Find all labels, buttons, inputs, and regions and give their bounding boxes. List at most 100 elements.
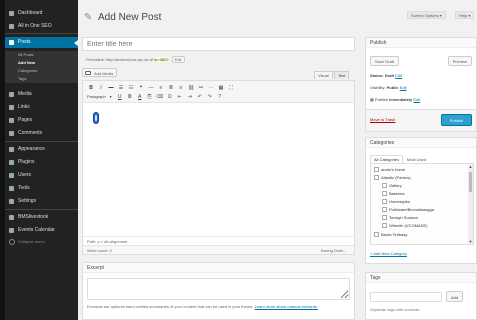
clear-format-icon[interactable]: ⌫ [156, 93, 164, 101]
checkbox[interactable] [382, 183, 387, 188]
help-icon[interactable]: ? [216, 93, 224, 101]
sidebar-item-dashboard[interactable]: Dashboard [5, 8, 78, 19]
sidebar-item-seo[interactable]: All in One SEO [5, 21, 78, 32]
sidebar-item-plugins[interactable]: Plugins [5, 157, 78, 168]
category-item[interactable]: Publiware/Biomailsangga [382, 206, 434, 214]
paste-text-icon[interactable]: ⎘ [146, 93, 154, 101]
align-right-icon[interactable]: ≡ [177, 84, 185, 92]
publish-button[interactable]: Publish [440, 114, 472, 126]
numbered-list-icon[interactable]: ☷ [127, 84, 135, 92]
category-item[interactable]: Gallery [382, 182, 402, 190]
checkbox[interactable] [374, 167, 379, 172]
excerpt-learn-more-link[interactable]: Learn more about manual excerpts. [255, 304, 318, 309]
sidebar-item-events-calendar[interactable]: Events Calendar [5, 225, 78, 236]
checkbox[interactable] [382, 223, 387, 228]
excerpt-title[interactable]: Excerpt [83, 263, 354, 273]
preview-button[interactable]: Preview [447, 56, 472, 66]
category-item[interactable]: andre's home [374, 166, 405, 174]
add-tag-button[interactable]: Add [446, 291, 464, 302]
scroll-down-arrow-icon[interactable]: ▼ [468, 239, 473, 244]
sidebar-sub-all-posts[interactable]: All Posts [5, 51, 78, 59]
align-left-icon[interactable]: ≡ [157, 84, 165, 92]
checkbox[interactable] [382, 207, 387, 212]
autosave-status: Saving Draft... [320, 248, 346, 253]
category-item[interactable]: Atlantic (Parlors) [374, 174, 411, 182]
strikethrough-icon[interactable]: — [107, 84, 115, 92]
more-tag-icon[interactable]: ⋯ [207, 84, 215, 92]
post-title-input[interactable] [82, 37, 355, 51]
category-scrollbar[interactable]: ▲ ▼ [468, 164, 473, 244]
sidebar-item-pages[interactable]: Pages [5, 115, 78, 126]
add-new-category-link[interactable]: + Add New Category [370, 251, 407, 256]
tab-visual[interactable]: Visual [314, 71, 333, 79]
add-media-button[interactable]: Add Media [82, 68, 118, 77]
align-center-icon[interactable]: ≣ [167, 84, 175, 92]
sidebar-item-links[interactable]: Links [5, 102, 78, 113]
post-content-editor[interactable]: B I — ☰ ☷ ❝ — ≡ ≣ ≡ ⛓ ⚯ ⋯ ▦ ⛶ Paragraph … [82, 80, 355, 255]
sidebar-item-users[interactable]: Users [5, 170, 78, 181]
permalink-slug[interactable]: ?p=3622 [152, 57, 169, 62]
fullscreen-icon[interactable]: ⛶ [227, 84, 235, 92]
tag-input[interactable] [370, 292, 442, 302]
visibility-line: Visibility: Public Edit [370, 85, 407, 90]
scroll-thumb[interactable] [469, 172, 472, 192]
checkbox[interactable] [382, 199, 387, 204]
edit-status-link[interactable]: Edit [395, 73, 402, 78]
category-item[interactable]: Banta Teribasy [374, 231, 407, 239]
category-item[interactable]: Tonwyn Sowsca [382, 214, 418, 222]
checkbox[interactable] [382, 191, 387, 196]
category-item[interactable]: Homestyles [382, 198, 410, 206]
edit-visibility-link[interactable]: Edit [400, 85, 407, 90]
horizontal-rule-icon[interactable]: — [147, 84, 155, 92]
categories-title[interactable]: Categories [366, 138, 476, 148]
tags-title[interactable]: Tags [366, 273, 476, 283]
sidebar-item-bmslivestook[interactable]: BMSlivestook [5, 212, 78, 223]
screen-options-button[interactable]: Screen Options ▾ [407, 11, 446, 19]
scroll-up-arrow-icon[interactable]: ▲ [468, 164, 473, 169]
tab-text[interactable]: Text [334, 71, 350, 79]
publish-title[interactable]: Publish [366, 38, 476, 48]
sidebar-item-media[interactable]: Media [5, 89, 78, 100]
collapse-menu-button[interactable]: Collapse menu [5, 237, 78, 247]
outdent-icon[interactable]: ⇤ [176, 93, 184, 101]
special-char-icon[interactable]: Ω [166, 93, 174, 101]
sidebar-sub-categories[interactable]: Categories [5, 67, 78, 75]
pin-icon [9, 40, 14, 45]
tab-all-categories[interactable]: All Categories [370, 155, 403, 163]
redo-icon[interactable]: ↷ [206, 93, 214, 101]
sidebar-item-appearance[interactable]: Appearance [5, 144, 78, 155]
sidebar-sub-add-new[interactable]: Add New [5, 59, 78, 67]
checkbox[interactable] [374, 175, 379, 180]
text-color-icon[interactable]: A [136, 93, 144, 101]
visibility-value: Public [386, 85, 399, 90]
bullet-list-icon[interactable]: ☰ [117, 84, 125, 92]
toolbar-toggle-icon[interactable]: ▦ [217, 84, 225, 92]
edit-schedule-link[interactable]: Edit [413, 97, 420, 102]
italic-icon[interactable]: I [97, 84, 105, 92]
format-select[interactable]: Paragraph [87, 93, 112, 101]
link-icon[interactable]: ⛓ [187, 84, 195, 92]
excerpt-textarea[interactable] [87, 278, 350, 300]
checkbox[interactable] [374, 232, 379, 237]
blockquote-icon[interactable]: ❝ [137, 84, 145, 92]
tab-most-used[interactable]: Most Used [403, 155, 430, 163]
help-button[interactable]: Help ▾ [455, 11, 475, 19]
sidebar-sub-tags[interactable]: Tags [5, 75, 78, 83]
sidebar-item-tools[interactable]: Tools [5, 183, 78, 194]
checkbox[interactable] [382, 215, 387, 220]
category-label: Banta Teribasy [381, 232, 408, 237]
underline-icon[interactable]: U [116, 93, 124, 101]
category-item[interactable]: Bakeries [382, 190, 405, 198]
indent-icon[interactable]: ⇥ [186, 93, 194, 101]
sidebar-item-comments[interactable]: Comments [5, 128, 78, 139]
category-item[interactable]: Wheelin (VCOMADE) [382, 222, 427, 230]
unlink-icon[interactable]: ⚯ [197, 84, 205, 92]
justify-icon[interactable]: ≣ [126, 93, 134, 101]
edit-permalink-button[interactable]: Edit [171, 56, 185, 63]
sidebar-item-settings[interactable]: Settings [5, 196, 78, 207]
bold-icon[interactable]: B [87, 84, 95, 92]
move-to-trash-link[interactable]: Move to Trash [370, 117, 395, 122]
undo-icon[interactable]: ↶ [196, 93, 204, 101]
sidebar-item-posts[interactable]: Posts [5, 37, 78, 48]
save-draft-button[interactable]: Save Draft [370, 56, 399, 66]
